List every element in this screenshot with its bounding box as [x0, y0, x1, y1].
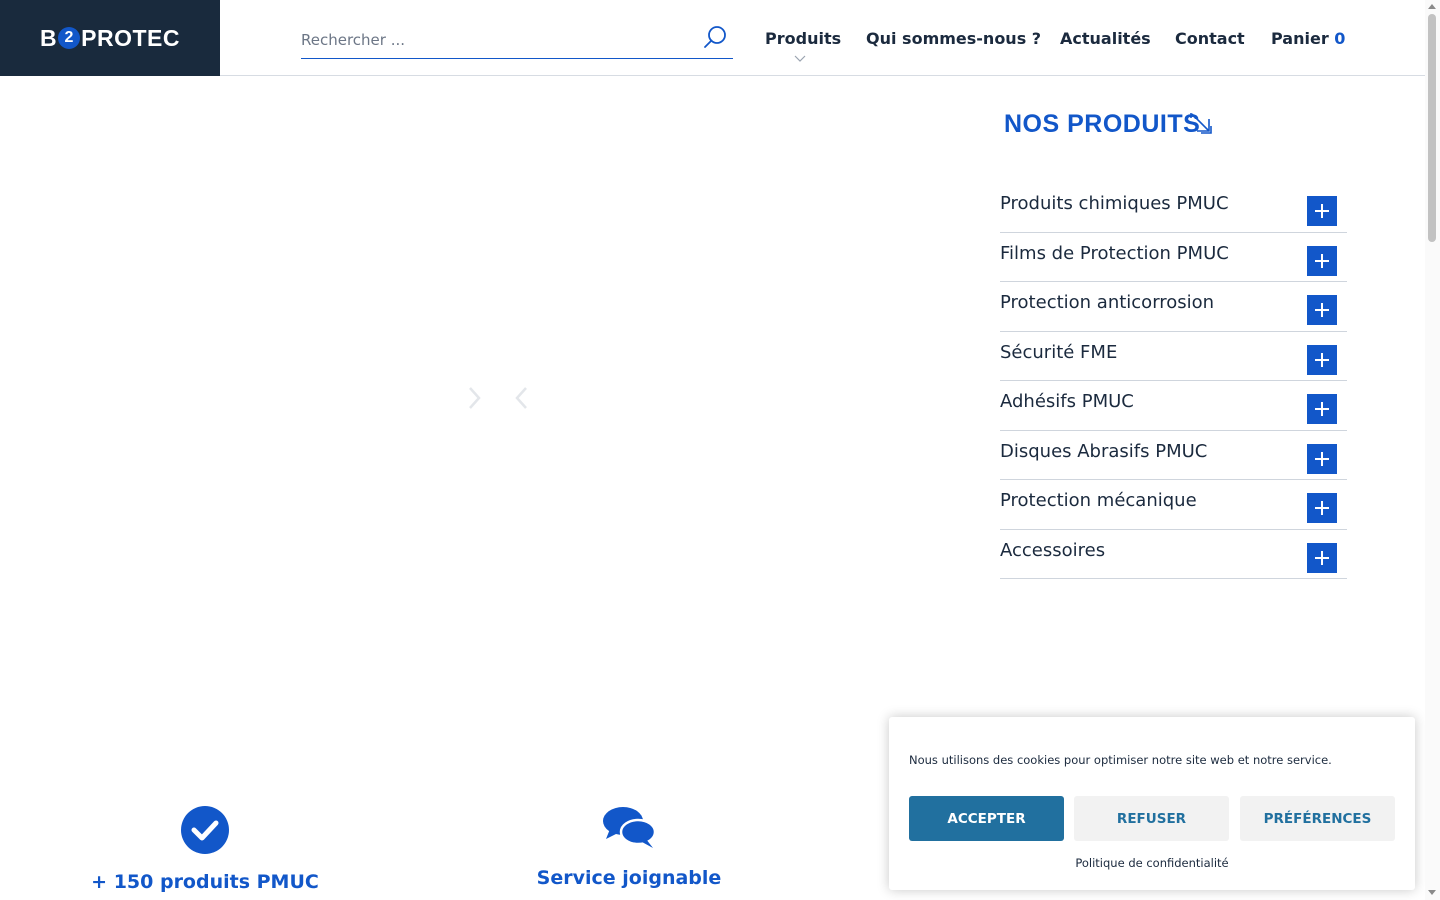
- search-bar: [301, 22, 733, 59]
- plus-icon[interactable]: [1307, 245, 1337, 276]
- category-label: Films de Protection PMUC: [1000, 242, 1229, 264]
- feature-products: + 150 produits PMUC: [45, 805, 365, 893]
- chat-bubbles-icon: [603, 807, 656, 848]
- search-icon[interactable]: [701, 24, 729, 52]
- category-label: Protection mécanique: [1000, 490, 1197, 511]
- category-label: Disques Abrasifs PMUC: [1000, 440, 1208, 462]
- category-label: Produits chimiques PMUC: [1000, 193, 1229, 214]
- search-input[interactable]: [301, 25, 691, 55]
- category-label: Accessoires: [1000, 539, 1106, 561]
- cookie-banner: Nous utilisons des cookies pour optimise…: [889, 717, 1415, 890]
- nav-contact[interactable]: Contact: [1175, 29, 1245, 48]
- privacy-policy-link[interactable]: Politique de confidentialité: [889, 856, 1415, 870]
- category-item[interactable]: Protection anticorrosion: [1000, 282, 1347, 332]
- products-heading: NOS PRODUITS: [1004, 110, 1201, 138]
- category-item[interactable]: Disques Abrasifs PMUC: [1000, 431, 1347, 480]
- nav-panier[interactable]: Panier 0: [1271, 29, 1345, 48]
- category-item[interactable]: Sécurité FME: [1000, 332, 1347, 381]
- category-label: Sécurité FME: [1000, 341, 1118, 363]
- scroll-thumb[interactable]: [1428, 14, 1436, 242]
- plus-icon[interactable]: [1307, 493, 1337, 523]
- logo-prefix: B: [40, 24, 58, 51]
- nav-actualites[interactable]: Actualités: [1060, 29, 1151, 48]
- accept-button[interactable]: ACCEPTER: [909, 796, 1064, 841]
- cart-count: 0: [1334, 29, 1346, 48]
- category-label: Protection anticorrosion: [1000, 292, 1215, 313]
- logo-two: 2: [58, 27, 81, 49]
- slider-prev-icon[interactable]: [515, 386, 529, 410]
- panier-label: Panier: [1271, 29, 1329, 48]
- category-item[interactable]: Protection mécanique: [1000, 480, 1347, 530]
- logo-suffix: PROTEC: [81, 24, 180, 51]
- plus-icon[interactable]: [1307, 344, 1337, 375]
- category-item[interactable]: Accessoires: [1000, 530, 1347, 579]
- chevron-down-icon: [794, 55, 806, 62]
- plus-icon[interactable]: [1307, 443, 1337, 474]
- arrow-down-right-icon: [1190, 113, 1212, 134]
- logo[interactable]: B 2 PROTEC: [0, 0, 220, 76]
- feature-service: Service joignable: [469, 805, 789, 889]
- plus-icon[interactable]: [1307, 196, 1337, 226]
- feature-title: + 150 produits PMUC: [91, 871, 319, 893]
- cookie-text: Nous utilisons des cookies pour optimise…: [909, 753, 1332, 767]
- check-circle-icon: [181, 806, 229, 854]
- scroll-up-arrow-icon[interactable]: [1428, 4, 1436, 9]
- refuse-button[interactable]: REFUSER: [1074, 796, 1229, 841]
- category-list: Produits chimiques PMUC Films de Protect…: [1000, 183, 1347, 579]
- plus-icon[interactable]: [1307, 542, 1337, 573]
- scrollbar[interactable]: [1425, 0, 1440, 900]
- feature-title: Service joignable: [536, 867, 722, 889]
- category-item[interactable]: Adhésifs PMUC: [1000, 381, 1347, 431]
- nav-produits[interactable]: Produits: [765, 29, 841, 48]
- category-item[interactable]: Produits chimiques PMUC: [1000, 183, 1347, 233]
- header-divider: [220, 75, 1425, 76]
- plus-icon[interactable]: [1307, 295, 1337, 325]
- nav-qui-sommes-nous[interactable]: Qui sommes-nous ?: [866, 29, 1041, 48]
- preferences-button[interactable]: PRÉFÉRENCES: [1240, 796, 1395, 841]
- scroll-down-arrow-icon[interactable]: [1428, 890, 1436, 895]
- category-item[interactable]: Films de Protection PMUC: [1000, 233, 1347, 282]
- slider-next-icon[interactable]: [467, 386, 481, 410]
- category-label: Adhésifs PMUC: [1000, 391, 1134, 412]
- plus-icon[interactable]: [1307, 394, 1337, 424]
